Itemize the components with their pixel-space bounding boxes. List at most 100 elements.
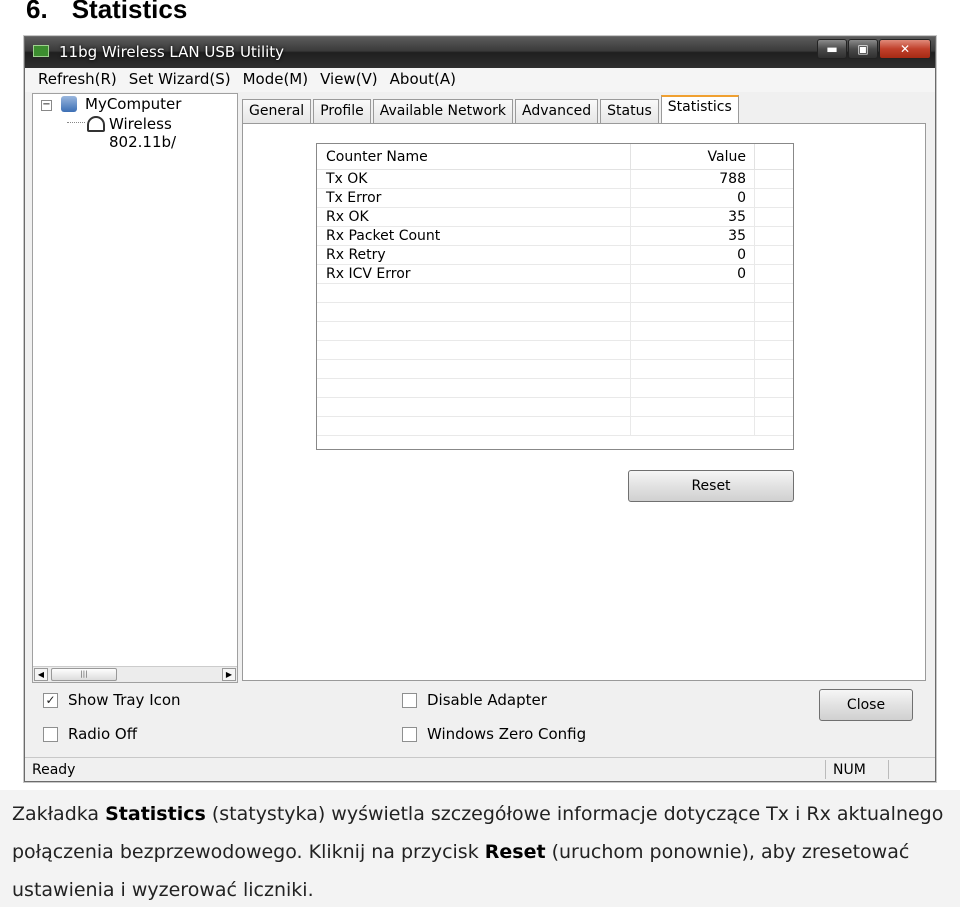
close-window-button[interactable]: ✕ (879, 39, 931, 59)
counter-value-cell: 0 (631, 265, 755, 283)
section-number: 6. (26, 0, 48, 24)
utility-window: 11bg Wireless LAN USB Utility ▬ ▣ ✕ Refr… (24, 36, 936, 782)
caption-bold-statistics: Statistics (105, 803, 206, 825)
counter-value-cell (631, 398, 755, 416)
counter-name-cell: Tx OK (317, 170, 631, 188)
table-row[interactable]: Rx Packet Count 35 (317, 227, 793, 246)
table-row[interactable] (317, 303, 793, 322)
counter-value-cell: 788 (631, 170, 755, 188)
tree-horizontal-scrollbar[interactable]: ◀ ||| ▶ (33, 666, 237, 682)
column-header-counter-name[interactable]: Counter Name (317, 144, 631, 169)
counter-name-cell: Rx Packet Count (317, 227, 631, 245)
num-lock-indicator: NUM (825, 760, 889, 779)
table-row[interactable]: Tx OK 788 (317, 170, 793, 189)
menu-view[interactable]: View(V) (317, 68, 387, 92)
tab-strip: General Profile Available Network Advanc… (242, 95, 741, 123)
table-row[interactable] (317, 322, 793, 341)
wlan-app-icon (33, 45, 49, 57)
tab-statistics[interactable]: Statistics (660, 95, 739, 123)
radio-off-label: Radio Off (68, 725, 138, 743)
wireless-adapter-icon (87, 116, 105, 132)
counter-value-cell (631, 284, 755, 302)
table-row[interactable] (317, 417, 793, 436)
counter-value-cell (631, 303, 755, 321)
menu-refresh[interactable]: Refresh(R) (35, 68, 126, 92)
table-row[interactable] (317, 360, 793, 379)
table-row[interactable]: Rx Retry 0 (317, 246, 793, 265)
tab-general[interactable]: General (242, 99, 312, 123)
minimize-button[interactable]: ▬ (817, 39, 847, 59)
computer-icon (61, 96, 77, 112)
close-button[interactable]: Close (819, 689, 913, 721)
counter-value-cell (631, 341, 755, 359)
tree-connector (67, 122, 85, 123)
counter-value-cell: 0 (631, 246, 755, 264)
list-header: Counter Name Value (317, 144, 793, 170)
scroll-right-icon[interactable]: ▶ (222, 668, 236, 681)
window-title: 11bg Wireless LAN USB Utility (59, 43, 285, 61)
option-disable-adapter[interactable]: Disable Adapter (402, 691, 547, 709)
counter-value-cell: 35 (631, 208, 755, 226)
radio-off-checkbox[interactable] (43, 726, 58, 742)
counter-name-cell (317, 417, 631, 435)
table-row[interactable]: Tx Error 0 (317, 189, 793, 208)
windows-zero-config-checkbox[interactable] (402, 726, 417, 742)
status-bar: Ready NUM (25, 757, 935, 781)
statistics-panel: Counter Name Value Tx OK 788 Tx Error 0 Rx O… (242, 123, 926, 681)
option-radio-off[interactable]: Radio Off (43, 725, 137, 743)
table-row[interactable]: Rx OK 35 (317, 208, 793, 227)
show-tray-icon-checkbox[interactable]: ✓ (43, 692, 58, 708)
counter-value-cell: 35 (631, 227, 755, 245)
tab-profile[interactable]: Profile (313, 99, 371, 123)
device-tree: − MyComputer Wireless 802.11b/ ◀ ||| ▶ (32, 93, 238, 683)
title-bar[interactable]: 11bg Wireless LAN USB Utility ▬ ▣ ✕ (25, 37, 935, 68)
section-heading: 6. Statistics (26, 0, 187, 25)
tab-status[interactable]: Status (600, 99, 659, 123)
description-caption: Zakładka Statistics (statystyka) wyświet… (0, 790, 960, 907)
counter-name-cell (317, 379, 631, 397)
counter-name-cell (317, 360, 631, 378)
table-row[interactable] (317, 379, 793, 398)
counter-name-cell: Rx Retry (317, 246, 631, 264)
maximize-button[interactable]: ▣ (848, 39, 878, 59)
disable-adapter-checkbox[interactable] (402, 692, 417, 708)
counter-value-cell (631, 360, 755, 378)
menu-set-wizard[interactable]: Set Wizard(S) (126, 68, 240, 92)
counter-name-cell (317, 322, 631, 340)
counter-value-cell (631, 322, 755, 340)
tree-node-wireless-adapter[interactable]: Wireless 802.11b/ (109, 115, 237, 151)
menu-about[interactable]: About(A) (387, 68, 465, 92)
menu-mode[interactable]: Mode(M) (240, 68, 318, 92)
scroll-thumb[interactable]: ||| (51, 668, 117, 681)
caption-bold-reset: Reset (484, 841, 546, 863)
counter-name-cell: Rx ICV Error (317, 265, 631, 283)
statistics-list[interactable]: Counter Name Value Tx OK 788 Tx Error 0 Rx O… (316, 143, 794, 450)
option-windows-zero-config[interactable]: Windows Zero Config (402, 725, 586, 743)
section-title: Statistics (71, 0, 188, 24)
counter-value-cell (631, 417, 755, 435)
table-row[interactable] (317, 398, 793, 417)
counter-value-cell: 0 (631, 189, 755, 207)
tab-advanced[interactable]: Advanced (515, 99, 599, 123)
windows-zero-config-label: Windows Zero Config (427, 725, 587, 743)
caption-text-1: Zakładka (12, 803, 106, 825)
disable-adapter-label: Disable Adapter (427, 691, 547, 709)
reset-button[interactable]: Reset (628, 470, 794, 502)
table-row[interactable]: Rx ICV Error 0 (317, 265, 793, 284)
collapse-icon[interactable]: − (41, 100, 52, 111)
counter-name-cell (317, 303, 631, 321)
show-tray-icon-label: Show Tray Icon (68, 691, 181, 709)
counter-value-cell (631, 379, 755, 397)
counter-name-cell (317, 341, 631, 359)
tree-node-mycomputer[interactable]: MyComputer (85, 95, 181, 113)
counter-name-cell (317, 284, 631, 302)
status-text: Ready (32, 762, 76, 778)
counter-name-cell: Rx OK (317, 208, 631, 226)
option-show-tray-icon[interactable]: ✓ Show Tray Icon (43, 691, 181, 709)
table-row[interactable] (317, 341, 793, 360)
table-row[interactable] (317, 284, 793, 303)
tab-available-network[interactable]: Available Network (372, 99, 513, 123)
scroll-left-icon[interactable]: ◀ (34, 668, 48, 681)
column-header-value[interactable]: Value (631, 144, 755, 169)
counter-name-cell (317, 398, 631, 416)
